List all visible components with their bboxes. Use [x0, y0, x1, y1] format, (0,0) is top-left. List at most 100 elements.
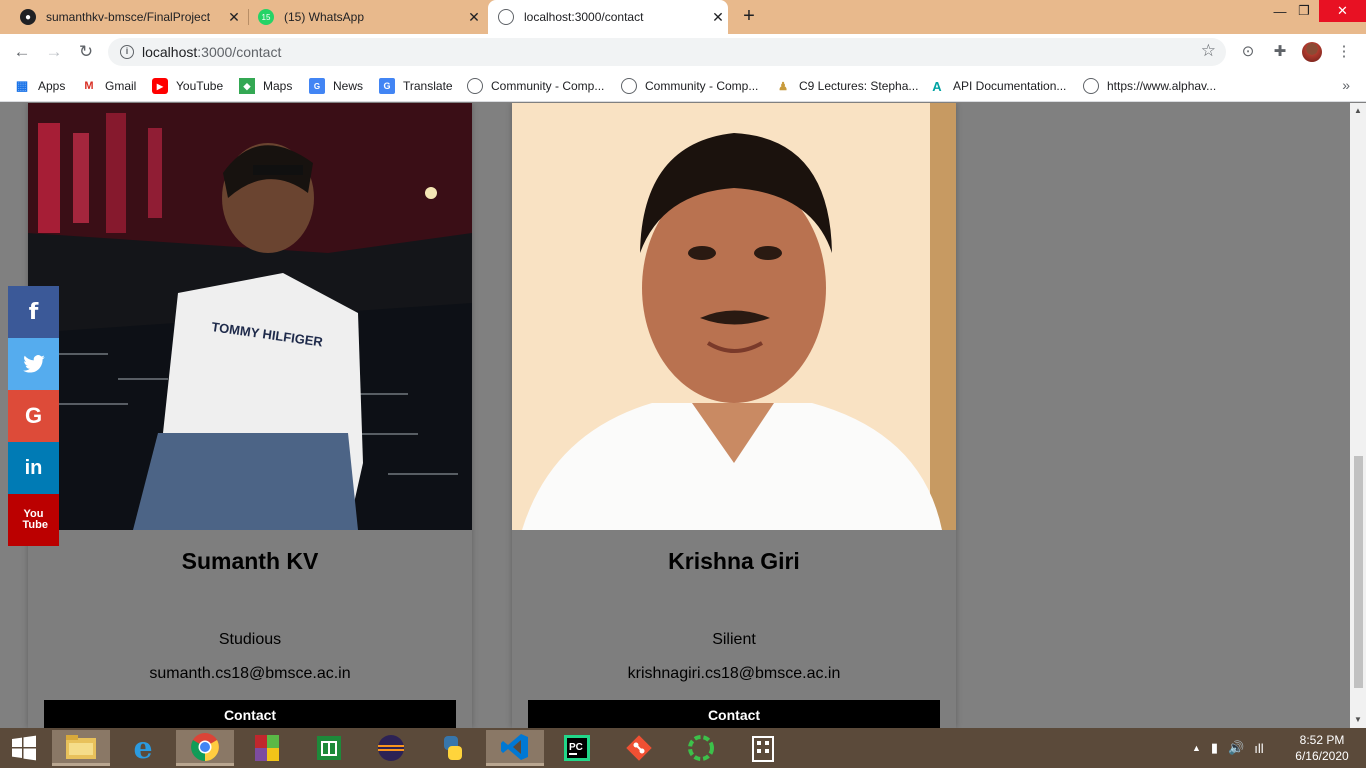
network-icon[interactable]: ıll — [1254, 741, 1263, 756]
tab-localhost[interactable]: localhost:3000/contact ✕ — [488, 0, 728, 34]
taskbar-store[interactable] — [734, 730, 792, 766]
team-card-krishna: Krishna Giri Silient krishnagiri.cs18@bm… — [512, 103, 956, 728]
browser-toolbar: ← → ↻ i localhost:3000/contact ☆ ⊙ ✚ ⋮ — [0, 34, 1366, 70]
bookmark-label: API Documentation... — [953, 79, 1067, 93]
taskbar-clock[interactable]: 8:52 PM 6/16/2020 — [1282, 732, 1362, 764]
url-path: :3000/contact — [197, 44, 282, 60]
tab-whatsapp[interactable]: 15 (15) WhatsApp ✕ — [252, 0, 484, 34]
taskbar-excel[interactable] — [300, 730, 358, 766]
spreadsheet-icon — [317, 736, 341, 760]
git-icon — [626, 735, 652, 761]
scrollbar-thumb[interactable] — [1354, 456, 1363, 688]
tab-separator — [248, 9, 249, 25]
globe-icon — [467, 78, 483, 94]
bookmark-maps[interactable]: ◆ Maps — [239, 76, 292, 96]
maps-icon: ◆ — [239, 78, 255, 94]
google-share-button[interactable]: G — [8, 390, 59, 442]
bookmark-c9-lectures[interactable]: ♟ C9 Lectures: Stepha... — [775, 76, 918, 96]
clock-date: 6/16/2020 — [1295, 749, 1349, 763]
translate-icon: G — [379, 78, 395, 94]
profile-photo — [512, 103, 956, 530]
taskbar-file-explorer[interactable] — [52, 730, 110, 766]
bookmark-gmail[interactable]: M Gmail — [81, 76, 136, 96]
taskbar-pycharm[interactable]: PC — [548, 730, 606, 766]
scroll-up-icon[interactable]: ▲ — [1354, 106, 1362, 115]
taskbar-git[interactable] — [610, 730, 668, 766]
vscode-icon — [501, 733, 528, 760]
close-icon[interactable]: ✕ — [708, 9, 728, 26]
bookmarks-overflow-icon[interactable]: » — [1342, 77, 1350, 93]
scroll-down-icon[interactable]: ▼ — [1354, 715, 1362, 724]
whatsapp-icon: 15 — [258, 9, 274, 25]
apps-grid-icon: ▦ — [15, 78, 29, 93]
taskbar-internet-explorer[interactable]: e — [114, 730, 172, 766]
bookmark-community-1[interactable]: Community - Comp... — [467, 76, 604, 96]
bookmark-translate[interactable]: G Translate — [379, 76, 453, 96]
clock-time: 8:52 PM — [1299, 733, 1345, 747]
contact-button[interactable]: Contact — [44, 700, 456, 728]
puzzle-icon[interactable]: ✚ — [1271, 43, 1289, 61]
menu-icon[interactable]: ⋮ — [1335, 43, 1353, 61]
bookmark-api-docs[interactable]: A API Documentation... — [929, 76, 1066, 96]
twitter-icon — [22, 355, 45, 373]
linkedin-share-button[interactable]: in — [8, 442, 59, 494]
battery-icon[interactable]: ▮ — [1211, 740, 1218, 756]
twitter-share-button[interactable] — [8, 338, 59, 390]
youtube-share-button[interactable]: You Tube — [8, 494, 59, 546]
python-icon — [444, 736, 462, 760]
taskbar-vscode[interactable] — [486, 730, 544, 766]
bookmark-news[interactable]: G News — [309, 76, 363, 96]
new-tab-button[interactable]: + — [738, 6, 760, 28]
facebook-share-button[interactable]: f — [8, 286, 59, 338]
page-scrollbar[interactable]: ▲ ▼ — [1350, 103, 1366, 728]
tab-github[interactable]: ● sumanthkv-bmsce/FinalProject ✕ — [12, 0, 244, 34]
taskbar-winrar[interactable] — [238, 730, 296, 766]
extension-icon[interactable]: ⊙ — [1239, 43, 1257, 61]
team-card-sumanth: TOMMY HILFIGER Sumanth KV Studious suman… — [28, 103, 472, 728]
youtube-icon: ▶ — [152, 78, 168, 94]
member-name: Sumanth KV — [181, 548, 319, 574]
avatar[interactable] — [1302, 42, 1322, 62]
taskbar-sync-app[interactable] — [672, 730, 730, 766]
start-button[interactable] — [0, 728, 48, 768]
system-tray: ▲ ▮ 🔊 ıll — [1192, 728, 1264, 768]
facebook-icon: f — [28, 299, 39, 325]
bookmark-label: Community - Comp... — [491, 79, 605, 93]
bookmark-label: Translate — [403, 79, 453, 93]
member-trait: Studious — [218, 631, 282, 648]
tray-overflow-icon[interactable]: ▲ — [1192, 743, 1201, 753]
address-bar[interactable]: i localhost:3000/contact ☆ — [108, 38, 1226, 66]
back-button[interactable]: ← — [10, 41, 34, 63]
profile-photo-krishna — [512, 103, 956, 530]
taskbar-python[interactable] — [424, 730, 482, 766]
taskbar-eclipse[interactable] — [362, 730, 420, 766]
windows-taskbar: e PC ▲ ▮ 🔊 ıll 8:52 PM 6/16/2020 — [0, 728, 1366, 768]
ie-icon: e — [133, 730, 153, 766]
close-icon[interactable]: ✕ — [224, 9, 244, 26]
bookmark-label: Community - Comp... — [645, 79, 759, 93]
taskbar-chrome[interactable] — [176, 730, 234, 766]
pycharm-icon: PC — [564, 735, 590, 761]
windows-logo-icon — [12, 735, 36, 761]
bookmark-alphav[interactable]: https://www.alphav... — [1083, 76, 1216, 96]
github-icon: ● — [20, 9, 36, 25]
contact-button[interactable]: Contact — [528, 700, 940, 728]
chrome-icon — [191, 732, 219, 761]
info-icon[interactable]: i — [120, 45, 134, 59]
bookmark-label: Maps — [263, 79, 293, 93]
bookmark-label: C9 Lectures: Stepha... — [799, 79, 919, 93]
url-host: localhost — [142, 44, 198, 60]
tab-title: (15) WhatsApp — [284, 10, 365, 24]
close-icon[interactable]: ✕ — [464, 9, 484, 26]
volume-icon[interactable]: 🔊 — [1228, 740, 1244, 756]
google-icon: G — [24, 403, 43, 428]
window-close-button[interactable]: ✕ — [1319, 0, 1366, 22]
bookmark-apps[interactable]: ▦ Apps — [14, 76, 66, 96]
forward-button[interactable]: → — [42, 41, 66, 63]
globe-icon — [621, 78, 637, 94]
linkedin-icon: in — [24, 456, 43, 479]
bookmark-star-icon[interactable]: ☆ — [1201, 41, 1216, 61]
reload-button[interactable]: ↻ — [74, 41, 98, 63]
bookmark-youtube[interactable]: ▶ YouTube — [152, 76, 223, 96]
bookmark-community-2[interactable]: Community - Comp... — [621, 76, 758, 96]
